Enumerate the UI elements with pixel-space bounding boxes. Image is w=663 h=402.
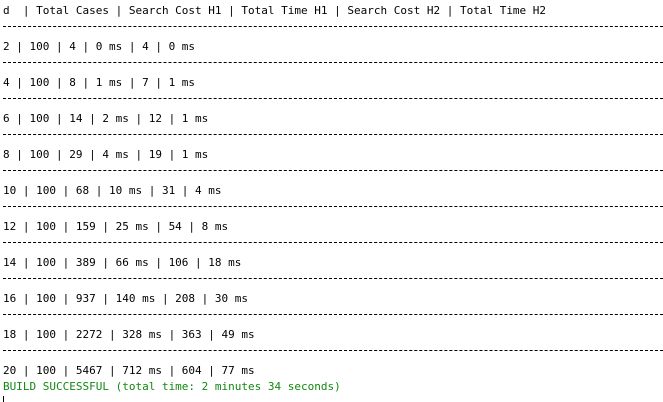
output-console: d | Total Cases | Search Cost H1 | Total… [0, 0, 663, 402]
table-row: 16 | 100 | 937 | 140 ms | 208 | 30 ms [3, 292, 249, 305]
table-row: 18 | 100 | 2272 | 328 ms | 363 | 49 ms [3, 328, 255, 341]
table-row: 12 | 100 | 159 | 25 ms | 54 | 8 ms [3, 220, 229, 233]
separator-line [3, 242, 663, 243]
table-row: 14 | 100 | 389 | 66 ms | 106 | 18 ms [3, 256, 242, 269]
separator-line [3, 26, 663, 27]
separator-line [3, 314, 663, 315]
table-row: 8 | 100 | 29 | 4 ms | 19 | 1 ms [3, 148, 209, 161]
build-status: BUILD SUCCESSFUL (total time: 2 minutes … [3, 380, 341, 393]
separator-line [3, 62, 663, 63]
table-row: 20 | 100 | 5467 | 712 ms | 604 | 77 ms [3, 364, 255, 377]
table-row: 2 | 100 | 4 | 0 ms | 4 | 0 ms [3, 40, 196, 53]
separator-line [3, 170, 663, 171]
separator-line [3, 134, 663, 135]
table-header: d | Total Cases | Search Cost H1 | Total… [3, 4, 547, 17]
table-row: 10 | 100 | 68 | 10 ms | 31 | 4 ms [3, 184, 222, 197]
separator-line [3, 206, 663, 207]
table-row: 6 | 100 | 14 | 2 ms | 12 | 1 ms [3, 112, 209, 125]
separator-line [3, 350, 663, 351]
table-row: 4 | 100 | 8 | 1 ms | 7 | 1 ms [3, 76, 196, 89]
text-cursor [3, 396, 4, 402]
separator-line [3, 278, 663, 279]
separator-line [3, 98, 663, 99]
